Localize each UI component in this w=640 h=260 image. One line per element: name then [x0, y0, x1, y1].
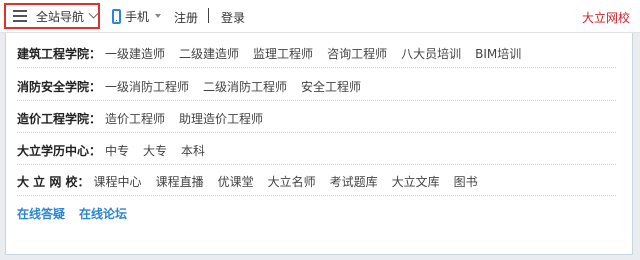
login-link[interactable]: 登录	[221, 9, 245, 26]
online-qa-link[interactable]: 在线答疑	[17, 205, 65, 222]
category-link[interactable]: 二级消防工程师	[203, 78, 287, 95]
mobile-label: 手机	[125, 9, 150, 24]
phone-icon	[112, 8, 121, 24]
category-link[interactable]: 中专	[105, 142, 129, 159]
online-forum-link[interactable]: 在线论坛	[79, 205, 127, 222]
category-link[interactable]: 优课堂	[218, 173, 254, 190]
divider	[208, 8, 209, 23]
category-row: 造价工程学院： 造价工程师 助理造价工程师	[17, 104, 616, 133]
caret-down-icon	[155, 14, 162, 18]
bottom-links-row: 在线答疑 在线论坛	[17, 199, 616, 228]
category-link[interactable]: 课程直播	[156, 173, 204, 190]
chevron-down-icon	[88, 8, 99, 19]
category-link[interactable]: 安全工程师	[301, 78, 361, 95]
category-row: 大立学历中心： 中专 大专 本科	[17, 136, 616, 165]
category-link[interactable]: 二级建造师	[179, 45, 239, 62]
category-row: 消防安全学院： 一级消防工程师 二级消防工程师 安全工程师	[17, 72, 616, 101]
category-link[interactable]: 本科	[181, 142, 205, 159]
category-row: 建筑工程学院： 一级建造师 二级建造师 监理工程师 咨询工程师 八大员培训 BI…	[17, 39, 616, 68]
top-bar: 全站导航 手机 注册 登录 大立网校	[0, 0, 640, 33]
category-link[interactable]: 一级建造师	[105, 45, 165, 62]
category-link[interactable]: 大立文库	[392, 173, 440, 190]
category-link[interactable]: 一级消防工程师	[105, 78, 189, 95]
hamburger-icon	[13, 10, 27, 22]
category-link[interactable]: 大立名师	[268, 173, 316, 190]
category-title: 大立学历中心：	[17, 143, 102, 158]
category-link[interactable]: BIM培训	[475, 45, 521, 62]
category-link[interactable]: 咨询工程师	[327, 45, 387, 62]
category-title: 造价工程学院：	[17, 111, 102, 126]
category-link[interactable]: 造价工程师	[105, 110, 165, 127]
category-title: 建筑工程学院：	[17, 46, 102, 61]
brand-link[interactable]: 大立网校	[582, 9, 630, 26]
category-link[interactable]: 监理工程师	[253, 45, 313, 62]
category-link[interactable]: 大专	[143, 142, 167, 159]
category-row: 大 立 网 校： 课程中心 课程直播 优课堂 大立名师 考试题库 大立文库 图书	[17, 167, 616, 196]
category-link[interactable]: 课程中心	[94, 173, 142, 190]
category-link[interactable]: 考试题库	[330, 173, 378, 190]
category-link[interactable]: 八大员培训	[401, 45, 461, 62]
site-nav-panel: 建筑工程学院： 一级建造师 二级建造师 监理工程师 咨询工程师 八大员培训 BI…	[5, 33, 633, 255]
site-nav-toggle[interactable]: 全站导航	[4, 3, 100, 29]
category-link[interactable]: 图书	[454, 173, 478, 190]
category-link[interactable]: 助理造价工程师	[179, 110, 263, 127]
mobile-menu[interactable]: 手机	[112, 7, 162, 25]
site-nav-label: 全站导航	[36, 9, 85, 24]
register-link[interactable]: 注册	[174, 9, 198, 26]
category-title: 消防安全学院：	[17, 79, 102, 94]
category-title: 大 立 网 校：	[17, 174, 90, 189]
